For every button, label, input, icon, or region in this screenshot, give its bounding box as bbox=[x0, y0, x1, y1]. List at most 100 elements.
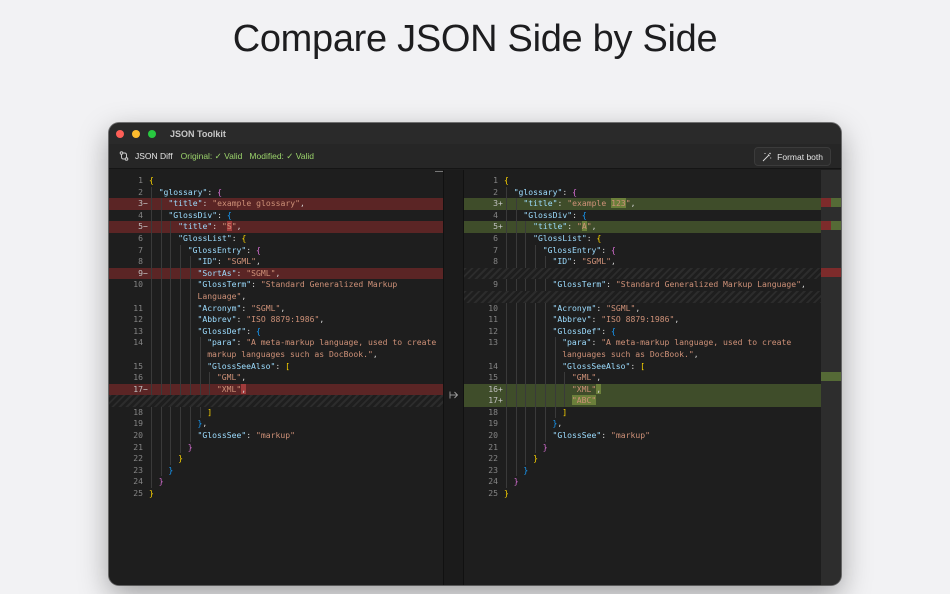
modified-editor[interactable]: 1{2 "glossary": {3 + "title": "example 123"… bbox=[464, 170, 821, 585]
minimize-window-button[interactable] bbox=[132, 129, 140, 138]
code-line[interactable]: 14 "para": "A meta-markup language, used … bbox=[109, 337, 443, 349]
code-line[interactable]: 9− "SortAs": "SGML", bbox=[109, 267, 443, 280]
code-line[interactable]: 24} bbox=[464, 476, 821, 489]
minimap-change-marker[interactable] bbox=[821, 267, 841, 277]
code-line[interactable]: 17− "XML", bbox=[109, 383, 443, 396]
code-line[interactable]: 21} bbox=[109, 441, 443, 454]
minimap-change-marker[interactable] bbox=[821, 221, 841, 231]
modified-code[interactable]: 1{2 "glossary": {3 + "title": "example 123"… bbox=[464, 175, 821, 500]
code-line[interactable]: 9 "GlossTerm": "Standard Generalized Mark… bbox=[464, 279, 821, 291]
code-line[interactable]: 23} bbox=[109, 464, 443, 477]
indent-guide bbox=[525, 372, 527, 384]
code-line[interactable]: 12 "Abbrev": "ISO 8879:1986", bbox=[109, 314, 443, 326]
code-line[interactable]: 12 "GlossDef": { bbox=[464, 325, 821, 338]
code-line[interactable]: 10 "GlossTerm": "Standard Generalized Mar… bbox=[109, 279, 443, 291]
code-line[interactable]: 20 "GlossSee": "markup" bbox=[464, 430, 821, 442]
code-line[interactable]: markup languages such as DocBook.", bbox=[109, 348, 443, 361]
code-line[interactable] bbox=[464, 267, 821, 280]
arrow-right-icon[interactable] bbox=[449, 390, 459, 400]
indent-guide bbox=[189, 418, 191, 431]
pane-divider[interactable] bbox=[443, 170, 464, 585]
code-token: : bbox=[241, 302, 252, 313]
code-token: [ bbox=[640, 360, 646, 371]
close-window-button[interactable] bbox=[116, 129, 124, 138]
original-editor[interactable]: 1{2 "glossary": {3− "title": "example glos… bbox=[109, 170, 443, 585]
code-line[interactable]: 8 "ID": "SGML", bbox=[109, 256, 443, 268]
indent-guide bbox=[151, 290, 152, 303]
code-line[interactable]: 1{ bbox=[464, 175, 821, 187]
code-line[interactable] bbox=[109, 395, 443, 407]
code-line[interactable]: 18] bbox=[464, 406, 821, 419]
indent-guide bbox=[544, 383, 546, 396]
code-line[interactable]: 18] bbox=[109, 406, 443, 419]
code-line[interactable]: 10 "Acronym": "SGML", bbox=[464, 302, 821, 315]
format-both-button[interactable]: Format both bbox=[754, 147, 831, 166]
code-line[interactable]: 19}, bbox=[464, 418, 821, 431]
code-line[interactable]: 7 "GlossEntry": { bbox=[109, 244, 443, 257]
code-line[interactable]: 2 "glossary": { bbox=[109, 186, 443, 199]
indent-guide bbox=[180, 314, 182, 326]
code-line[interactable]: 22} bbox=[464, 453, 821, 465]
zoom-window-button[interactable] bbox=[148, 129, 156, 138]
indent-guide bbox=[189, 279, 191, 291]
code-line[interactable]: 25} bbox=[109, 488, 443, 500]
code-line[interactable]: 21} bbox=[464, 441, 821, 454]
code-line[interactable]: 20 "GlossSee": "markup" bbox=[109, 430, 443, 442]
code-line[interactable]: 15 "GML", bbox=[464, 372, 821, 384]
code-line[interactable]: 17 + "ABC" bbox=[464, 395, 821, 407]
indent-guide bbox=[535, 418, 537, 431]
line-number: 11 bbox=[488, 314, 498, 325]
indent-guide bbox=[180, 348, 182, 361]
indent-guide bbox=[515, 209, 517, 222]
original-code[interactable]: 1{2 "glossary": {3− "title": "example glos… bbox=[109, 175, 443, 500]
code-line[interactable] bbox=[464, 290, 821, 303]
code-line[interactable]: 11 "Acronym": "SGML", bbox=[109, 302, 443, 315]
code-line[interactable]: 5 + "title": "A", bbox=[464, 221, 821, 233]
diff-minimap[interactable] bbox=[821, 170, 841, 585]
code-line[interactable]: 5− "title": "S", bbox=[109, 221, 443, 233]
indent-guide bbox=[554, 360, 556, 373]
code-line[interactable]: 23} bbox=[464, 464, 821, 477]
code-line[interactable]: 2 "glossary": { bbox=[464, 186, 821, 199]
code-line[interactable]: 7 "GlossEntry": { bbox=[464, 244, 821, 257]
code-token: "ISO 8879:1986" bbox=[246, 314, 320, 325]
code-line[interactable]: 19}, bbox=[109, 418, 443, 431]
indent-guide bbox=[515, 244, 517, 257]
code-line[interactable]: 25} bbox=[464, 488, 821, 500]
line-content: "GlossSeeAlso": [ bbox=[562, 361, 645, 373]
code-line[interactable]: 3− "title": "example glossary", bbox=[109, 198, 443, 210]
indent-guide bbox=[199, 372, 201, 384]
code-token: "GlossDef" bbox=[197, 325, 247, 336]
code-line[interactable]: 16 "GML", bbox=[109, 372, 443, 384]
code-line[interactable]: 6 "GlossList": { bbox=[109, 232, 443, 245]
minimap-change-marker[interactable] bbox=[821, 198, 841, 208]
code-line[interactable]: 3 + "title": "example 123", bbox=[464, 198, 821, 210]
code-line[interactable]: 6 "GlossList": { bbox=[464, 232, 821, 245]
code-line[interactable]: 13 "para": "A meta-markup language, used … bbox=[464, 337, 821, 349]
code-token: } bbox=[533, 453, 538, 464]
added-marker: + bbox=[498, 198, 503, 209]
code-line[interactable]: 13 "GlossDef": { bbox=[109, 325, 443, 338]
code-line[interactable]: 22} bbox=[109, 453, 443, 465]
indent-guide bbox=[506, 232, 507, 245]
code-line[interactable]: 1{ bbox=[109, 175, 443, 187]
code-line[interactable]: 4 "GlossDiv": { bbox=[464, 209, 821, 222]
code-line[interactable]: 8 "ID": "SGML", bbox=[464, 256, 821, 268]
indent-guide bbox=[189, 337, 191, 349]
indent-guide bbox=[515, 221, 517, 233]
code-line[interactable]: 15 "GlossSeeAlso": [ bbox=[109, 360, 443, 373]
indent-guide bbox=[506, 464, 507, 477]
code-line[interactable]: 14 "GlossSeeAlso": [ bbox=[464, 360, 821, 373]
code-line[interactable]: 24} bbox=[109, 476, 443, 489]
code-token: : bbox=[212, 221, 222, 232]
line-content: "GlossDef": { bbox=[198, 326, 261, 338]
code-line[interactable]: Language", bbox=[109, 290, 443, 303]
code-line[interactable]: 11 "Abbrev": "ISO 8879:1986", bbox=[464, 314, 821, 326]
minimap-change-marker[interactable] bbox=[821, 372, 841, 382]
code-line[interactable]: 16 + "XML", bbox=[464, 383, 821, 396]
indent-guide bbox=[160, 256, 162, 268]
code-line[interactable]: 4 "GlossDiv": { bbox=[109, 209, 443, 222]
indent-guide bbox=[525, 325, 527, 338]
code-line[interactable]: languages such as DocBook.", bbox=[464, 348, 821, 361]
indent-guide bbox=[151, 314, 152, 326]
